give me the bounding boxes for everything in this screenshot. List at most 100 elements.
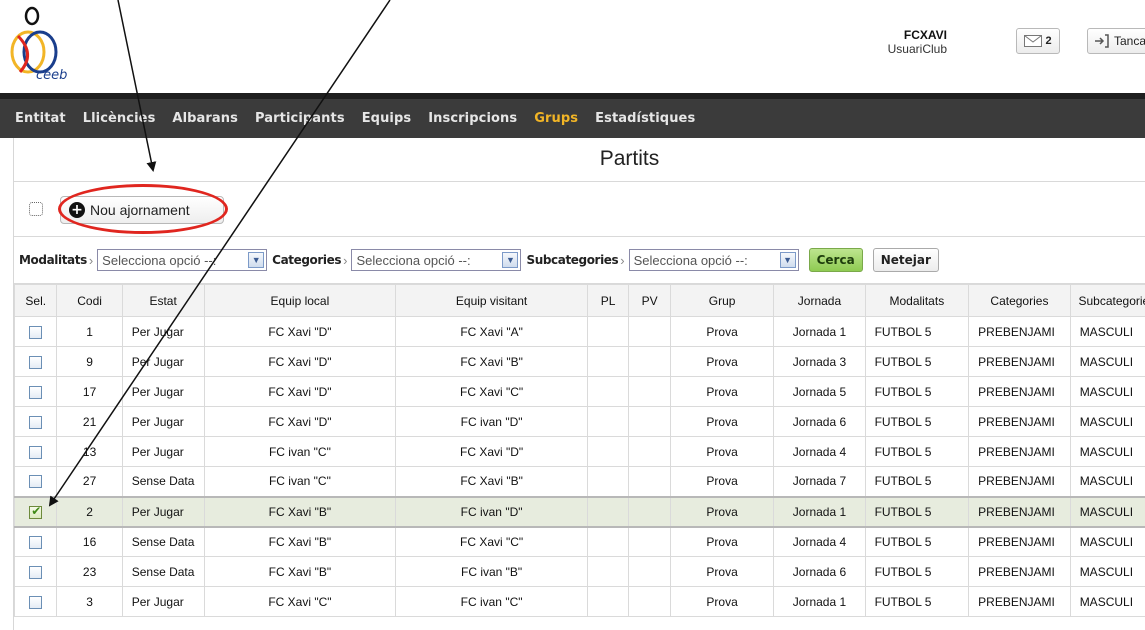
column-header-equip-visitant[interactable]: Equip visitant (395, 284, 588, 317)
cell-pl (586, 346, 630, 377)
cell-local: FC Xavi "B" (203, 526, 397, 557)
table-row[interactable]: 16 Sense Data FC Xavi "B" FC Xavi "C" Prova J… (13, 526, 1145, 557)
cell-categoria: PREBENJAMI (968, 376, 1071, 407)
cell-local: FC ivan "C" (203, 436, 397, 467)
categories-select[interactable]: Selecciona opció --: ▼ (351, 249, 522, 271)
user-role: UsuariClub (887, 42, 947, 56)
table-row[interactable]: 23 Sense Data FC Xavi "B" FC ivan "B" Prova J… (13, 556, 1145, 587)
clear-filters-button[interactable]: Netejar (872, 248, 939, 272)
cell-visitant: FC Xavi "C" (395, 376, 588, 407)
nav-item-albarans[interactable]: Albarans (172, 111, 238, 126)
cell-pv (628, 526, 671, 557)
cell-jornada: Jornada 6 (773, 406, 866, 437)
table-row[interactable]: 13 Per Jugar FC ivan "C" FC Xavi "D" Prova Jo… (13, 436, 1145, 467)
nav-item-estadistiques[interactable]: Estadístiques (595, 111, 695, 126)
filter-label-categories: Categories (272, 253, 342, 267)
column-header-subcategories[interactable]: Subcategories (1069, 284, 1145, 317)
cell-jornada: Jornada 7 (773, 466, 866, 497)
row-select-checkbox[interactable] (29, 445, 43, 459)
cell-visitant: FC ivan "D" (395, 406, 588, 437)
row-select-checkbox[interactable] (29, 565, 43, 579)
cell-categoria: PREBENJAMI (968, 436, 1071, 467)
subcategories-select-value: Selecciona opció --: (633, 252, 748, 268)
nav-item-inscripcions[interactable]: Inscripcions (428, 111, 517, 126)
table-body: 1 Per Jugar FC Xavi "D" FC Xavi "A" Prova Jor… (13, 316, 1145, 617)
cell-local: FC Xavi "D" (203, 406, 397, 437)
row-select-cell (13, 376, 58, 407)
column-header-estat[interactable]: Estat (121, 284, 205, 317)
cell-jornada: Jornada 5 (773, 376, 866, 407)
cell-subcategoria: MASCULI (1069, 526, 1145, 557)
table-header-row: Sel. Codi Estat Equip local Equip visitant PL… (13, 284, 1145, 317)
row-select-checkbox[interactable] (29, 595, 43, 609)
cell-grup: Prova (669, 526, 775, 557)
cell-pl (586, 406, 630, 437)
content-panel: Partits + Nou ajornament Modalitats › Se… (13, 138, 1145, 630)
nav-item-grups[interactable]: Grups (534, 111, 578, 126)
column-header-jornada[interactable]: Jornada (773, 284, 866, 317)
table-row[interactable]: 21 Per Jugar FC Xavi "D" FC ivan "D" Prova Jo… (13, 406, 1145, 437)
cell-estat: Per Jugar (121, 376, 205, 407)
cell-jornada: Jornada 3 (773, 346, 866, 377)
envelope-icon (1024, 35, 1043, 47)
table-row[interactable]: 2Per JugarFC Xavi "B"FC ivan "D" ProvaJor… (13, 495, 1145, 528)
cell-categoria: PREBENJAMI (968, 495, 1071, 528)
row-select-checkbox[interactable] (29, 504, 43, 519)
table-row[interactable]: 1 Per Jugar FC Xavi "D" FC Xavi "A" Prova Jor… (13, 316, 1145, 347)
row-select-checkbox[interactable] (29, 355, 43, 369)
column-header-grup[interactable]: Grup (669, 284, 775, 317)
cell-estat: Sense Data (121, 466, 205, 497)
new-postponement-button[interactable]: + Nou ajornament (60, 196, 224, 224)
filter-label-modalitats: Modalitats (19, 253, 87, 267)
cell-visitant: FC ivan "B" (395, 556, 588, 587)
table-row[interactable]: 9 Per Jugar FC Xavi "D" FC Xavi "B" Prova Jor… (13, 346, 1145, 377)
row-select-checkbox[interactable] (29, 415, 43, 429)
row-select-cell (13, 316, 58, 347)
main-nav: Entitat Llicències Albarans Participants… (0, 93, 1145, 138)
column-header-sel[interactable]: Sel. (13, 284, 58, 317)
cell-pv (628, 346, 671, 377)
nav-item-entitat[interactable]: Entitat (15, 111, 66, 126)
table-row[interactable]: 27 Sense Data FC ivan "C" FC Xavi "B" Prova J… (13, 466, 1145, 497)
messages-button[interactable]: 2 (1016, 28, 1060, 54)
subcategories-select[interactable]: Selecciona opció --: ▼ (628, 249, 799, 271)
row-select-cell (13, 406, 58, 437)
row-select-checkbox[interactable] (29, 325, 43, 339)
cell-modalitat: FUTBOL 5 (864, 316, 970, 347)
nav-item-equips[interactable]: Equips (362, 111, 412, 126)
row-select-checkbox[interactable] (29, 535, 43, 549)
modalitats-select[interactable]: Selecciona opció --: ▼ (97, 249, 268, 271)
row-select-checkbox[interactable] (29, 475, 43, 489)
column-header-equip-local[interactable]: Equip local (203, 284, 397, 317)
cell-pv (628, 436, 671, 467)
cell-pv (628, 316, 671, 347)
cell-pl (586, 556, 630, 587)
cell-modalitat: FUTBOL 5 (864, 406, 970, 437)
row-select-cell (13, 346, 58, 377)
logout-button[interactable]: Tancar (1087, 28, 1145, 54)
column-header-modalitats[interactable]: Modalitats (864, 284, 970, 317)
column-header-pv[interactable]: PV (628, 284, 671, 317)
cell-categoria: PREBENJAMI (968, 316, 1071, 347)
table-row[interactable]: 17 Per Jugar FC Xavi "D" FC Xavi "C" Prova Jo… (13, 376, 1145, 407)
cell-pl (586, 436, 630, 467)
cell-jornada: Jornada 6 (773, 556, 866, 587)
nav-item-llicencies[interactable]: Llicències (83, 111, 156, 126)
cell-jornada: Jornada 1 (773, 316, 866, 347)
cell-estat: Sense Data (121, 556, 205, 587)
search-button[interactable]: Cerca (808, 248, 863, 272)
row-select-checkbox[interactable] (29, 385, 43, 399)
column-header-codi[interactable]: Codi (56, 284, 123, 317)
cell-pv (628, 376, 671, 407)
row-select-cell (13, 466, 58, 497)
cell-estat: Per Jugar (121, 436, 205, 467)
select-all-checkbox[interactable] (29, 202, 43, 216)
column-header-categories[interactable]: Categories (968, 284, 1071, 317)
cell-codi: 3 (56, 586, 123, 617)
cell-modalitat: FUTBOL 5 (864, 436, 970, 467)
column-header-pl[interactable]: PL (586, 284, 630, 317)
cell-local: FC Xavi "D" (203, 346, 397, 377)
cell-categoria: PREBENJAMI (968, 346, 1071, 377)
nav-item-participants[interactable]: Participants (255, 111, 345, 126)
table-row[interactable]: 3 Per Jugar FC Xavi "C" FC ivan "C" Prova Jor… (13, 586, 1145, 617)
